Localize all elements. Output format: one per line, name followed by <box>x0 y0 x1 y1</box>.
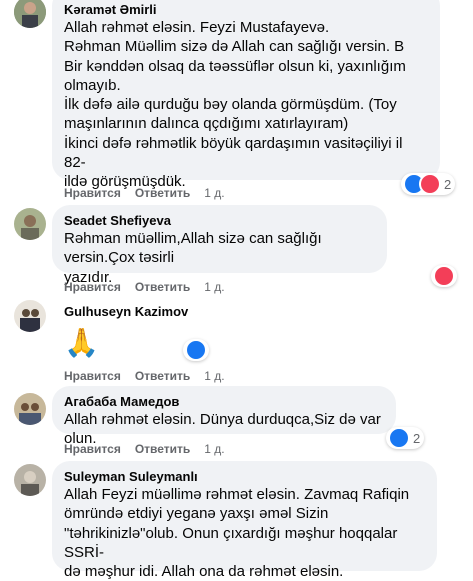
reactions-summary[interactable] <box>183 339 209 361</box>
love-reaction-icon <box>419 173 441 195</box>
comment-author[interactable]: Kəramət Əmirli <box>64 2 428 18</box>
comment-bubble: Gulhuseyn Kazimov <box>52 304 202 326</box>
reply-button[interactable]: Ответить <box>135 185 190 201</box>
love-reaction-icon <box>433 265 455 287</box>
timestamp[interactable]: 1 д. <box>204 368 224 384</box>
like-button[interactable]: Нравится <box>64 185 121 201</box>
like-reaction-icon <box>388 427 410 449</box>
comment-author[interactable]: Gulhuseyn Kazimov <box>64 304 190 320</box>
reply-button[interactable]: Ответить <box>135 368 190 384</box>
comment-bubble: Агабаба Мамедов Allah rəhmət eləsin. Dün… <box>52 386 396 447</box>
reactions-summary[interactable] <box>431 265 457 287</box>
comment-author[interactable]: Seadet Shefiyeva <box>64 213 375 229</box>
timestamp[interactable]: 1 д. <box>204 185 224 201</box>
comment-author[interactable]: Suleyman Suleymanlı <box>64 469 425 485</box>
praying-hands-emoji: 🙏 <box>64 327 99 358</box>
comment-text: Allah rəhmət eləsin. Feyzi Mustafayevə. … <box>64 19 406 191</box>
reactions-summary[interactable]: 2 <box>401 173 456 195</box>
avatar[interactable] <box>14 0 46 28</box>
like-button[interactable]: Нравится <box>64 441 121 457</box>
reaction-count: 2 <box>444 176 452 192</box>
timestamp[interactable]: 1 д. <box>204 279 224 295</box>
timestamp[interactable]: 1 д. <box>204 441 224 457</box>
comment-bubble: Suleyman Suleymanlı Allah Feyzi müəllimə… <box>52 461 437 580</box>
avatar[interactable] <box>14 393 46 425</box>
comment-text: Allah Feyzi müəllimə rəhmət eləsin. Zavm… <box>64 486 410 581</box>
like-reaction-icon <box>185 339 207 361</box>
comment-bubble: Seadet Shefiyeva Rəhman müəllim,Allah si… <box>52 205 387 286</box>
like-button[interactable]: Нравится <box>64 368 121 384</box>
like-button[interactable]: Нравится <box>64 279 121 295</box>
avatar[interactable] <box>14 464 46 496</box>
reactions-summary[interactable]: 2 <box>386 427 425 449</box>
comment-actions: Нравится Ответить 1 д. <box>64 185 225 201</box>
comment-actions: Нравится Ответить 1 д. <box>64 279 225 295</box>
reply-button[interactable]: Ответить <box>135 279 190 295</box>
reply-button[interactable]: Ответить <box>135 441 190 457</box>
reaction-count: 2 <box>413 430 421 446</box>
comment-actions: Нравится Ответить 1 д. <box>64 441 225 457</box>
avatar[interactable] <box>14 208 46 240</box>
comment-actions: Нравится Ответить 1 д. <box>64 368 225 384</box>
comment-bubble: Kəramət Əmirli Allah rəhmət eləsin. Feyz… <box>52 0 440 190</box>
comment-author[interactable]: Агабаба Мамедов <box>64 394 384 410</box>
avatar[interactable] <box>14 300 46 332</box>
